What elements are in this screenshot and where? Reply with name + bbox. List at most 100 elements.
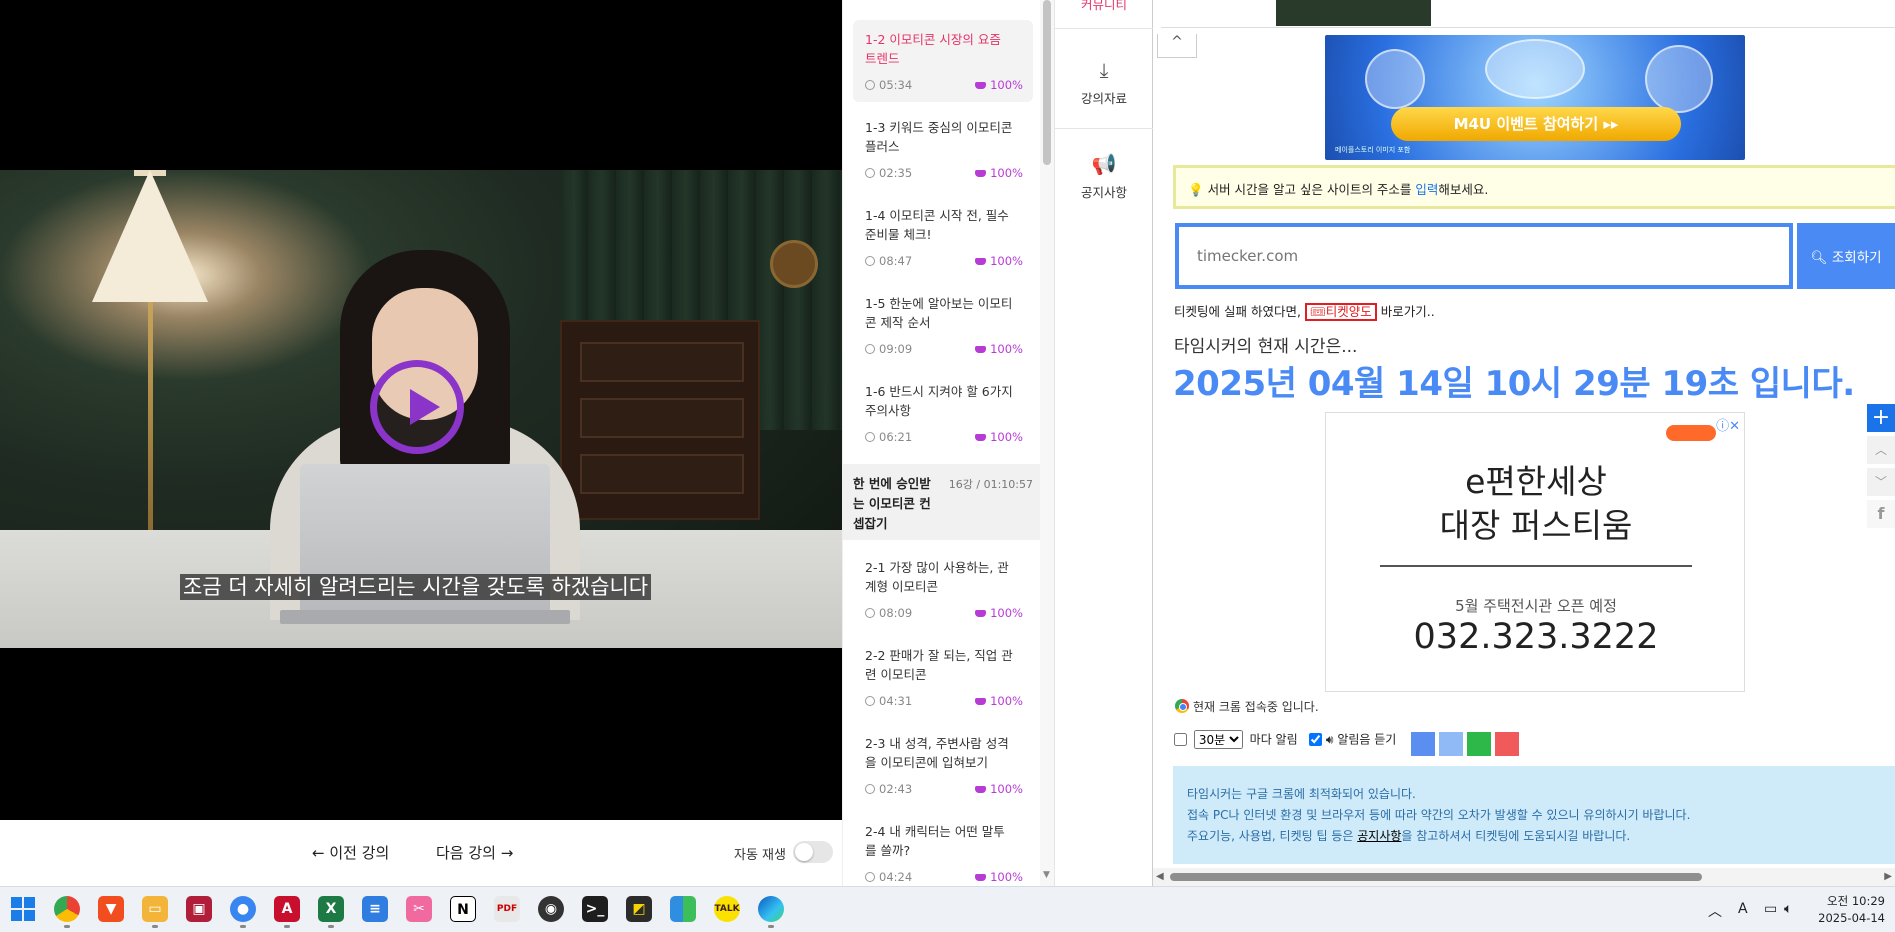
lecture-progress: 100% [990, 78, 1023, 92]
color-swatch-lightblue[interactable] [1439, 732, 1463, 756]
lecture-progress: 100% [990, 342, 1023, 356]
excel-icon[interactable]: X [318, 896, 344, 922]
graduation-cap-icon [975, 698, 987, 705]
lecture-item[interactable]: 1-2 이모티콘 시장의 요즘 트렌드 05:34 100% [853, 20, 1033, 102]
app-icon-green[interactable] [670, 896, 696, 922]
scroll-down-icon[interactable]: ﹀ [1867, 468, 1895, 496]
taskbar: ▼ ▭ ▣ ● A X ≡ ✂ N PDF ◉ >_ ◩ TALK ︿ A ▭ … [0, 886, 1895, 932]
url-input[interactable] [1175, 223, 1793, 289]
kakaotalk-icon[interactable]: TALK [714, 896, 740, 922]
collapse-button[interactable]: ^ [1157, 34, 1197, 58]
scroll-up-icon[interactable]: ︿ [1867, 436, 1895, 464]
ad-close-icon[interactable]: ⓘ✕ [1716, 415, 1740, 434]
event-banner[interactable]: M4U 이벤트 참여하기 ▸▸ 메이플스토리 이미지 포함 [1325, 35, 1745, 160]
chrome-notice-text: 현재 크롬 접속중 입니다. [1193, 700, 1319, 714]
ticket-prefix: 티켓팅에 실패 하였다면, [1174, 304, 1301, 319]
taskbar-clock[interactable]: 오전 10:29 2025-04-14 [1818, 893, 1885, 927]
alarm-row: 30분 마다 알림 🔊︎ 알림음 듣기 [1174, 730, 1396, 754]
graduation-cap-icon [975, 258, 987, 265]
materials-tab[interactable]: ⤓ 강의자료 [1055, 58, 1153, 107]
top-banner-strip [1161, 0, 1895, 28]
horizontal-scrollbar[interactable]: ◀ ▶ [1153, 868, 1895, 886]
acrobat-icon[interactable]: A [274, 896, 300, 922]
scene-clock [770, 240, 818, 288]
hint-link[interactable]: 입력 [1415, 182, 1438, 197]
search-icon: 🔍︎ [1810, 250, 1828, 266]
volume-icon[interactable]: 🔈︎ [1784, 901, 1792, 917]
scrollbar-thumb[interactable] [1170, 873, 1702, 881]
map-pin-icon[interactable]: ● [230, 896, 256, 922]
facebook-icon[interactable]: f [1867, 500, 1895, 528]
lecture-item[interactable]: 2-1 가장 많이 사용하는, 관계형 이모티콘 08:09 100% [853, 548, 1033, 630]
event-join-button[interactable]: M4U 이벤트 참여하기 ▸▸ [1391, 107, 1681, 141]
snipping-tool-icon[interactable]: ✂ [406, 896, 432, 922]
notice-link[interactable]: 공지사항 [1357, 829, 1401, 843]
chrome-taskbar-icon[interactable] [54, 896, 80, 922]
info-line: 타임시커는 구글 크롬에 최적화되어 있습니다. [1187, 787, 1416, 801]
top-banner-image[interactable] [1276, 0, 1431, 26]
info-line: 접속 PC나 인터넷 환경 및 브라우저 등에 따라 약간의 오차가 발생할 수… [1187, 808, 1691, 822]
alarm-sound-checkbox[interactable] [1309, 732, 1323, 746]
lecture-item[interactable]: 1-6 반드시 지켜야 할 6가지 주의사항 06:21 100% [853, 372, 1033, 454]
ad-logo [1666, 425, 1716, 441]
lecture-item[interactable]: 2-4 내 캐릭터는 어떤 말투를 쓸까? 04:24 100% [853, 812, 1033, 886]
autoplay-label: 자동 재생 [734, 848, 786, 863]
scrollbar-thumb[interactable] [1043, 0, 1051, 165]
autoplay-toggle[interactable] [793, 841, 833, 863]
lecture-title: 2-4 내 캐릭터는 어떤 말투를 쓸까? [865, 824, 1005, 858]
graduation-cap-icon [975, 170, 987, 177]
lecture-item[interactable]: 2-2 판매가 잘 되는, 직업 관련 이모티콘 04:31 100% [853, 636, 1033, 718]
scroll-down-arrow-icon[interactable]: ▼ [1043, 870, 1050, 880]
video-player[interactable]: 조금 더 자세히 알려드리는 시간을 갖도록 하겠습니다 [0, 0, 842, 820]
notepad-icon[interactable]: ≡ [362, 896, 388, 922]
browser-content: ^ M4U 이벤트 참여하기 ▸▸ 메이플스토리 이미지 포함 💡 서버 시간을… [1153, 0, 1895, 886]
prev-lecture-button[interactable]: ← 이전 강의 [312, 842, 389, 863]
arrow-right-icon: → [500, 844, 514, 862]
color-swatch-blue[interactable] [1411, 732, 1435, 756]
ad-banner[interactable]: ⓘ✕ e편한세상 대장 퍼스티움 5월 주택전시관 오픈 예정 032.323.… [1325, 412, 1745, 692]
lecture-duration: 02:43 [879, 782, 913, 796]
color-swatch-red[interactable] [1495, 732, 1519, 756]
windows-start-icon[interactable] [10, 896, 36, 922]
network-icon[interactable]: ▭ [1764, 901, 1777, 917]
color-swatch-green[interactable] [1467, 732, 1491, 756]
chevron-up-icon[interactable]: ︿ [1708, 901, 1722, 921]
scene-dresser [560, 320, 760, 520]
section-header[interactable]: 한 번에 승인받는 이모티콘 컨셉잡기 16강 / 01:10:57 [843, 464, 1040, 540]
lecture-item[interactable]: 1-4 이모티콘 시작 전, 필수 준비물 체크! 08:47 100% [853, 196, 1033, 278]
scene-drawer [580, 454, 744, 494]
lookup-label: 조회하기 [1831, 250, 1882, 266]
pdf-app-icon[interactable]: PDF [494, 896, 520, 922]
ime-indicator[interactable]: A [1738, 901, 1748, 917]
lecture-list-scrollbar[interactable]: ▼ [1040, 0, 1054, 886]
lecture-item[interactable]: 1-3 키워드 중심의 이모티콘 플러스 02:35 100% [853, 108, 1033, 190]
lecture-duration: 08:09 [879, 606, 913, 620]
brave-icon[interactable]: ▼ [98, 896, 124, 922]
edge-icon[interactable] [758, 896, 784, 922]
sticky-notes-icon[interactable]: ◩ [626, 896, 652, 922]
graduation-cap-icon [975, 610, 987, 617]
file-explorer-icon[interactable]: ▭ [142, 896, 168, 922]
scroll-right-arrow-icon[interactable]: ▶ [1884, 871, 1892, 882]
alarm-checkbox[interactable] [1174, 732, 1187, 746]
lecture-item[interactable]: 2-3 내 성격, 주변사람 성격을 이모티콘에 입혀보기 02:43 100% [853, 724, 1033, 806]
lookup-button[interactable]: 🔍︎ 조회하기 [1797, 223, 1895, 289]
info-box: 타임시커는 구글 크롬에 최적화되어 있습니다. 접속 PC나 인터넷 환경 및… [1173, 766, 1895, 864]
lecture-title: 2-3 내 성격, 주변사람 성격을 이모티콘에 입혀보기 [865, 736, 1009, 770]
hint-box: 💡 서버 시간을 알고 싶은 사이트의 주소를 입력해보세요. [1173, 165, 1895, 209]
app-icon-red[interactable]: ▣ [186, 896, 212, 922]
play-button[interactable] [370, 360, 464, 454]
notice-tab[interactable]: 📢 공지사항 [1055, 152, 1153, 201]
plus-icon[interactable]: + [1867, 404, 1895, 432]
notion-icon[interactable]: N [450, 896, 476, 922]
scroll-left-arrow-icon[interactable]: ◀ [1156, 871, 1164, 882]
graduation-cap-icon [975, 434, 987, 441]
ticket-transfer-link[interactable]: 🎟티켓양도 [1304, 303, 1377, 321]
community-tab[interactable]: 커뮤니티 [1055, 0, 1153, 13]
terminal-icon[interactable]: >_ [582, 896, 608, 922]
alarm-interval-select[interactable]: 30분 [1193, 730, 1243, 749]
lecture-item[interactable]: 1-5 한눈에 알아보는 이모티콘 제작 순서 09:09 100% [853, 284, 1033, 366]
github-icon[interactable]: ◉ [538, 896, 564, 922]
video-subtitle: 조금 더 자세히 알려드리는 시간을 갖도록 하겠습니다 [180, 574, 652, 600]
next-lecture-button[interactable]: 다음 강의 → [436, 842, 513, 863]
